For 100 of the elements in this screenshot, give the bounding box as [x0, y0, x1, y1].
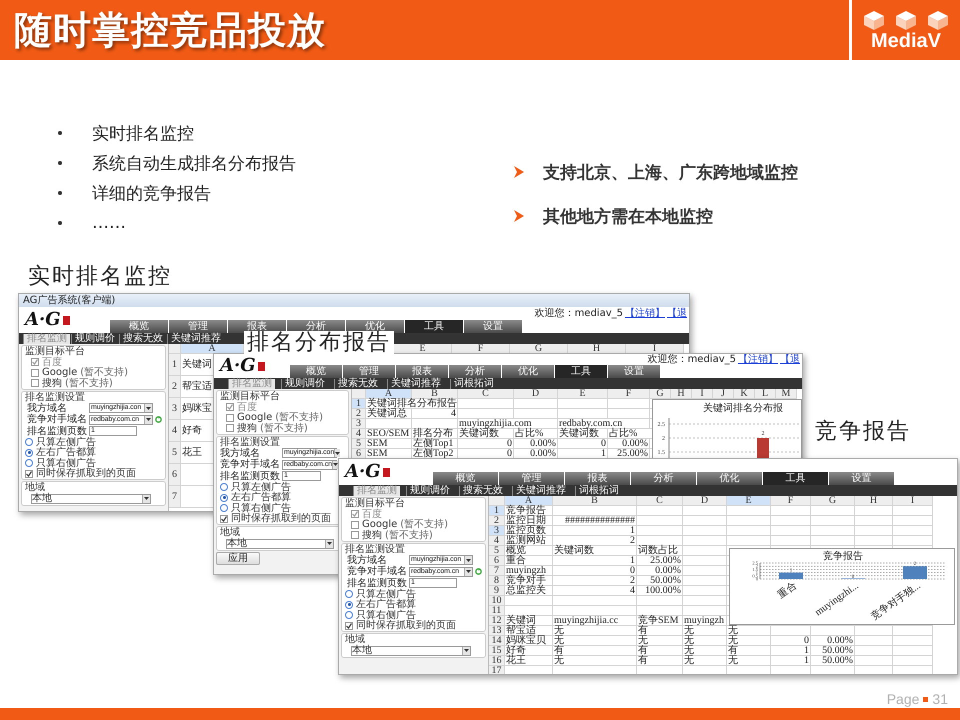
- checkbox[interactable]: [31, 379, 39, 388]
- row-number: 4: [352, 429, 366, 439]
- nav-tab[interactable]: 设置: [608, 365, 661, 378]
- radio-button[interactable]: [220, 494, 228, 502]
- region-select[interactable]: 本地: [351, 646, 471, 656]
- field-label: 竞争对手域名: [347, 566, 407, 578]
- checkbox[interactable]: [351, 520, 359, 529]
- row-number: 3: [489, 526, 505, 536]
- checkbox[interactable]: [351, 531, 359, 540]
- nav-tab[interactable]: 管理: [499, 472, 565, 485]
- platform-label: 百度: [42, 356, 62, 368]
- region-select[interactable]: 本地: [226, 538, 334, 549]
- checkbox[interactable]: [351, 510, 359, 518]
- nav-tab[interactable]: 概览: [110, 320, 169, 333]
- radio-button[interactable]: [345, 611, 353, 620]
- empty-cell: [893, 636, 933, 646]
- column-header: C: [637, 496, 683, 506]
- table-cell: 有: [553, 646, 637, 656]
- column-header: I: [626, 344, 684, 354]
- table-cell: 监测网站: [505, 536, 553, 546]
- nav-tab[interactable]: 工具: [405, 320, 464, 333]
- row-number: 7: [489, 566, 505, 576]
- header-link[interactable]: 【退: [667, 308, 687, 319]
- radio-button[interactable]: [220, 504, 228, 512]
- empty-cell: [727, 526, 771, 536]
- table-cell: 50.00%: [637, 576, 683, 586]
- row-number: 8: [489, 576, 505, 586]
- caret-icon: [144, 497, 149, 500]
- header-link[interactable]: 【退: [780, 354, 800, 365]
- row-number: 16: [489, 656, 505, 666]
- nav-tab[interactable]: 管理: [169, 320, 228, 333]
- table-cell: 有: [637, 626, 683, 636]
- checkbox[interactable]: [345, 622, 353, 630]
- checkbox[interactable]: [226, 403, 234, 412]
- table-cell: 无: [683, 656, 727, 666]
- section-title: 地域: [220, 527, 240, 538]
- radio-button[interactable]: [345, 600, 353, 609]
- empty-cell: [811, 516, 855, 526]
- row-number: 4: [489, 536, 505, 546]
- empty-cell: [727, 506, 771, 516]
- apply-button[interactable]: 应用: [216, 552, 260, 564]
- row-number: 9: [489, 586, 505, 596]
- nav-tab[interactable]: 分析: [449, 365, 502, 378]
- column-header: E: [727, 496, 771, 506]
- slide-title: 随时掌控竞品投放: [13, 6, 326, 54]
- nav-tab[interactable]: 优化: [697, 472, 763, 485]
- checkbox[interactable]: [31, 358, 39, 366]
- radio-label: 只算左侧广告: [36, 436, 96, 448]
- checkbox[interactable]: [226, 424, 234, 432]
- header-link[interactable]: 【注销】: [625, 308, 665, 319]
- nav-tab[interactable]: 分析: [631, 472, 697, 485]
- table-cell: 0.00%: [608, 439, 650, 449]
- table-cell: 关键词数: [458, 429, 514, 439]
- radio-button[interactable]: [25, 448, 33, 457]
- radio-label: 只算右侧广告: [36, 458, 96, 469]
- table-cell: 0.00%: [514, 439, 558, 449]
- table-cell: 0.00%: [811, 636, 855, 646]
- checkbox[interactable]: [25, 470, 33, 478]
- nav-tab[interactable]: 报表: [565, 472, 631, 485]
- nav-tab[interactable]: 概览: [433, 472, 499, 485]
- radio-button[interactable]: [25, 438, 33, 446]
- checkbox[interactable]: [220, 514, 228, 523]
- table-cell: ##############: [553, 516, 637, 526]
- radio-button[interactable]: [220, 483, 228, 492]
- checkbox[interactable]: [31, 368, 39, 377]
- nav-tab[interactable]: 管理: [343, 365, 396, 378]
- table-cell: 无: [727, 656, 771, 666]
- empty-cell: [458, 399, 514, 409]
- column-header: A: [181, 344, 244, 354]
- nav-tab[interactable]: 工具: [555, 365, 608, 378]
- nav-tab[interactable]: 设置: [464, 320, 523, 333]
- table-cell: 无: [683, 646, 727, 656]
- separator-icon: [923, 696, 928, 702]
- empty-cell: [412, 419, 458, 429]
- empty-cell: [637, 526, 683, 536]
- checkbox[interactable]: [226, 414, 234, 422]
- empty-cell: [811, 536, 855, 546]
- nav-tab[interactable]: 概览: [290, 365, 343, 378]
- chart-bar: [779, 572, 803, 579]
- bullet-icon: [58, 131, 62, 135]
- category-label: 竞争对手独...: [869, 580, 923, 622]
- column-header: C: [458, 389, 514, 399]
- table-cell: 有: [637, 656, 683, 666]
- nav-tab[interactable]: 设置: [829, 472, 895, 485]
- radio-label: 只算左侧广告: [231, 482, 291, 493]
- bullet-text: 系统自动生成排名分布报告: [92, 152, 296, 174]
- table-cell: muyingzh: [505, 566, 553, 576]
- region-select[interactable]: 本地: [31, 494, 151, 504]
- table-cell: 50.00%: [811, 656, 855, 666]
- nav-tab[interactable]: 报表: [396, 365, 449, 378]
- nav-tab[interactable]: 工具: [763, 472, 829, 485]
- nav-tab[interactable]: 优化: [502, 365, 555, 378]
- row-number: 13: [489, 626, 505, 636]
- table-cell: 总监控关: [505, 586, 553, 596]
- empty-cell: [855, 516, 893, 526]
- highlight-text: 其他地方需在本地监控: [543, 206, 713, 228]
- radio-button[interactable]: [25, 459, 33, 468]
- empty-cell: [893, 536, 933, 546]
- chart-bar: [757, 438, 769, 458]
- radio-button[interactable]: [345, 590, 353, 598]
